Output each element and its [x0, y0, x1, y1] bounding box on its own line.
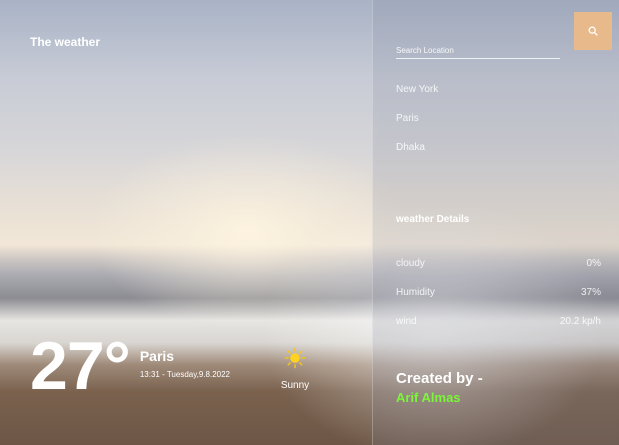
detail-label: wind [396, 316, 417, 327]
detail-row-humidity: Humidity 37% [396, 287, 601, 316]
condition-block: Sunny [277, 347, 313, 391]
sun-icon [284, 347, 306, 369]
detail-value: 37% [580, 287, 601, 298]
detail-value: 20.2 kp/h [559, 316, 601, 327]
details-title: weather Details [396, 214, 470, 225]
credit-name: Arif Almas [396, 390, 461, 405]
detail-label: cloudy [396, 258, 425, 269]
detail-row-cloudy: cloudy 0% [396, 258, 601, 287]
city-name: Paris [139, 348, 175, 364]
search-icon [588, 26, 598, 36]
city-item-dhaka[interactable]: Dhaka [396, 142, 438, 171]
location-block: Paris 13:31 - Tuesday,9.8.2022 [140, 348, 230, 379]
search-field [396, 38, 560, 59]
city-list: New York Paris Dhaka [396, 84, 438, 171]
city-item-paris[interactable]: Paris [396, 113, 438, 142]
detail-row-wind: wind 20.2 kp/h [396, 316, 601, 345]
current-weather: 27° Paris 13:31 - Tuesday,9.8.2022 [30, 326, 230, 406]
condition-label: Sunny [280, 380, 310, 391]
detail-value: 0% [586, 258, 601, 269]
app-title: The weather [30, 35, 101, 49]
credit-block: Created by - Arif Almas [396, 370, 483, 405]
search-button[interactable] [574, 12, 612, 50]
details-list: cloudy 0% Humidity 37% wind 20.2 kp/h [396, 258, 601, 345]
date-time: 13:31 - Tuesday,9.8.2022 [139, 370, 230, 379]
search-input[interactable] [396, 44, 560, 58]
city-item-new-york[interactable]: New York [396, 84, 438, 113]
temperature: 27° [30, 328, 131, 404]
credit-label: Created by - [396, 370, 483, 387]
side-panel: New York Paris Dhaka weather Details clo… [372, 0, 619, 445]
detail-label: Humidity [396, 287, 435, 298]
weather-app: The weather 27° Paris 13:31 - Tuesday,9.… [0, 0, 619, 445]
